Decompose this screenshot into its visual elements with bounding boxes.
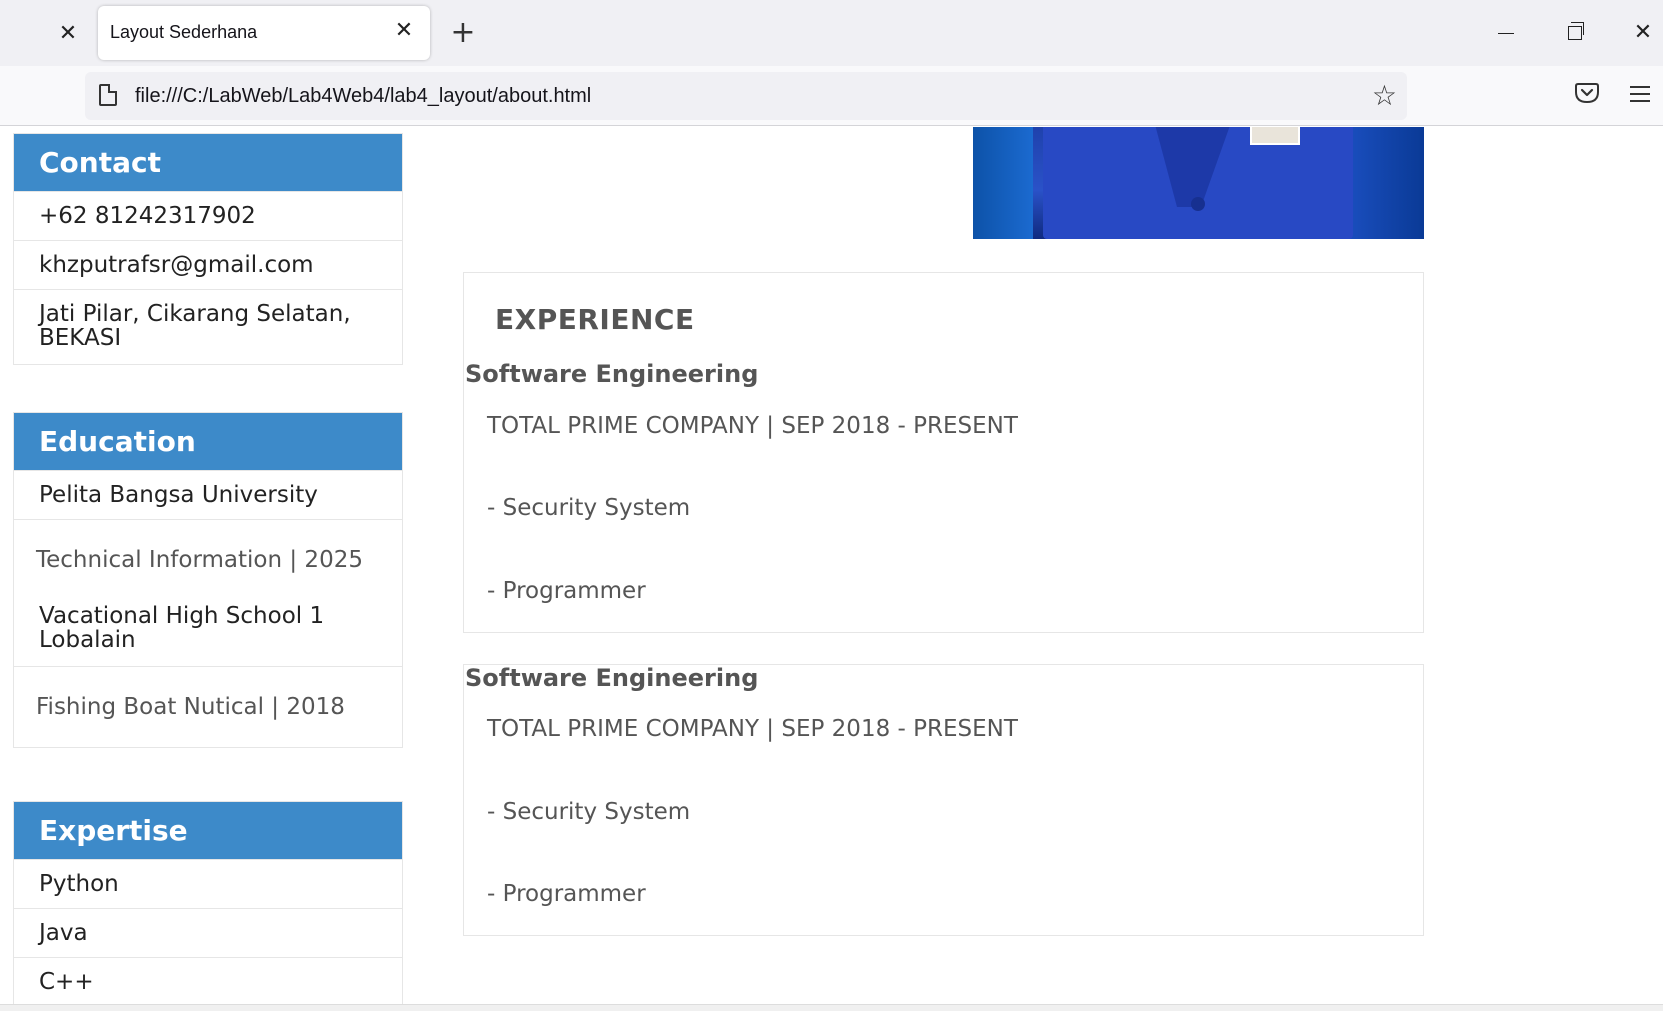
restore-icon[interactable] [1555,14,1595,52]
job-role: - Programmer [487,881,646,907]
education-header: Education [14,413,402,470]
experience-card: Software Engineering TOTAL PRIME COMPANY… [463,664,1424,936]
page-icon [99,84,117,106]
contact-email: khzputrafsr@gmail.com [14,240,402,289]
close-tab-icon[interactable]: ✕ [56,22,80,46]
job-company: TOTAL PRIME COMPANY | SEP 2018 - PRESENT [487,413,1018,439]
hamburger-menu-icon[interactable] [1630,86,1650,104]
page-viewport: Contact +62 81242317902 khzputrafsr@gmai… [0,127,1663,1004]
pocket-icon[interactable] [1574,80,1600,106]
url-text[interactable]: file:///C:/LabWeb/Lab4Web4/lab4_layout/a… [135,85,591,108]
contact-header: Contact [14,134,402,191]
profile-photo [973,127,1424,239]
horizontal-scrollbar[interactable] [0,1004,1663,1011]
education-high-school: Vacational High School 1 Lobalain [39,603,325,653]
education-university-detail: Technical Information | 2025 [14,519,402,600]
browser-tab-active[interactable]: Layout Sederhana ✕ [98,6,430,60]
job-role: - Security System [487,799,691,825]
contact-phone: +62 81242317902 [14,191,402,240]
expertise-item: Python [14,859,402,908]
education-panel: Education Pelita Bangsa University Techn… [13,412,403,748]
contact-panel: Contact +62 81242317902 khzputrafsr@gmai… [13,133,403,365]
tab-title: Layout Sederhana [110,22,258,42]
new-tab-icon[interactable]: + [448,16,478,50]
job-role: - Programmer [487,578,646,604]
expertise-item: C++ [14,957,402,1004]
bookmark-star-icon[interactable]: ☆ [1372,80,1397,112]
education-university: Pelita Bangsa University [14,470,402,519]
expertise-header: Expertise [14,802,402,859]
minimize-icon[interactable] [1486,14,1526,52]
job-company: TOTAL PRIME COMPANY | SEP 2018 - PRESENT [487,716,1018,742]
expertise-panel: Expertise Python Java C++ [13,801,403,1004]
experience-title: EXPERIENCE [495,303,695,336]
experience-card: EXPERIENCE Software Engineering TOTAL PR… [463,272,1424,633]
address-bar[interactable]: file:///C:/LabWeb/Lab4Web4/lab4_layout/a… [85,72,1407,120]
browser-tab-strip: ✕ Layout Sederhana ✕ + ✕ [0,0,1663,66]
close-tab-icon[interactable]: ✕ [392,19,416,43]
contact-address: Jati Pilar, Cikarang Selatan, BEKASI [14,289,402,364]
browser-toolbar: file:///C:/LabWeb/Lab4Web4/lab4_layout/a… [0,66,1663,126]
expertise-item: Java [14,908,402,957]
job-title: Software Engineering [465,360,759,388]
job-title: Software Engineering [465,664,759,692]
job-role: - Security System [487,495,691,521]
education-high-school-detail: Fishing Boat Nutical | 2018 [14,666,402,747]
window-close-icon[interactable]: ✕ [1623,14,1663,52]
